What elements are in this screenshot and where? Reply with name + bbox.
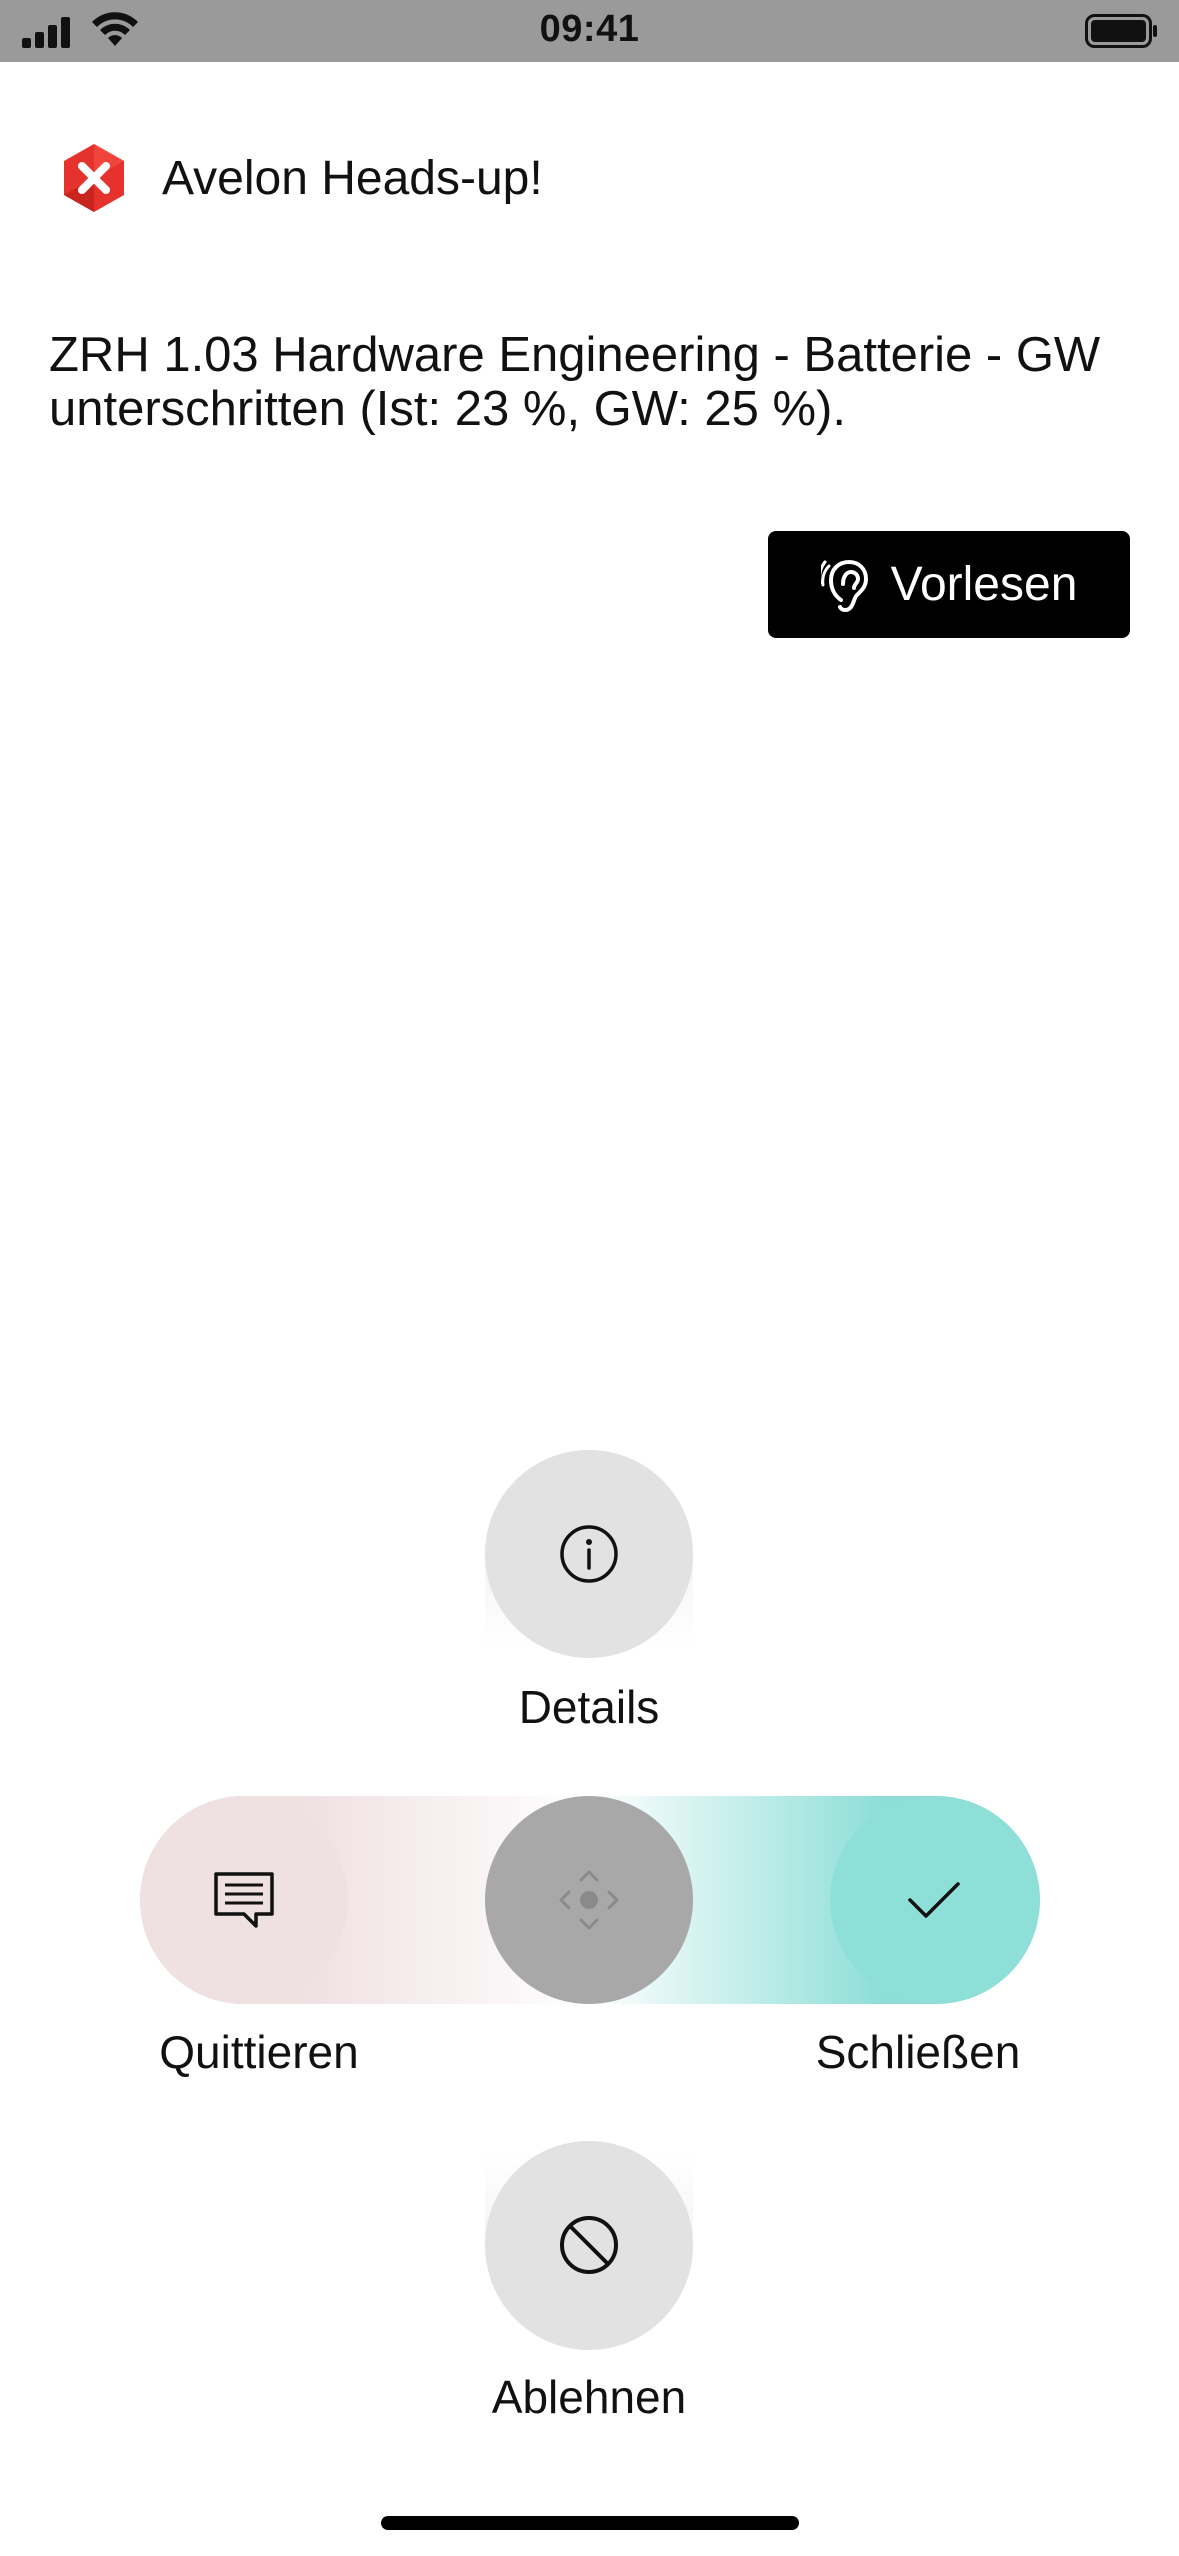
status-time: 09:41	[539, 8, 640, 50]
details-label: Details	[518, 1681, 660, 1733]
home-indicator[interactable]	[381, 2516, 799, 2530]
app-title: Avelon Heads-up!	[162, 151, 543, 205]
reject-label: Ablehnen	[491, 2371, 687, 2423]
close-label: Schließen	[815, 2026, 1021, 2078]
drag-handle[interactable]	[485, 1796, 693, 2004]
prohibited-icon	[560, 2216, 618, 2274]
status-bar: 09:41	[0, 0, 1179, 62]
acknowledge-label: Quittieren	[159, 2026, 359, 2078]
drag-handle-icon	[559, 1870, 619, 1930]
app-header: Avelon Heads-up!	[58, 142, 543, 214]
info-icon	[560, 1525, 618, 1583]
close-x-shield-icon	[64, 144, 124, 212]
alert-message: ZRH 1.03 Hardware Engineering - Batterie…	[49, 328, 1101, 436]
battery-icon	[1085, 14, 1157, 48]
reject-button[interactable]	[485, 2141, 693, 2349]
read-aloud-button[interactable]: Vorlesen	[768, 531, 1130, 638]
acknowledge-button[interactable]	[140, 1796, 348, 2004]
close-button[interactable]	[830, 1796, 1038, 2004]
details-button[interactable]	[485, 1450, 693, 1658]
ear-icon	[820, 559, 868, 612]
read-aloud-label: Vorlesen	[890, 558, 1078, 611]
message-icon	[214, 1872, 274, 1928]
checkmark-icon	[908, 1882, 960, 1918]
